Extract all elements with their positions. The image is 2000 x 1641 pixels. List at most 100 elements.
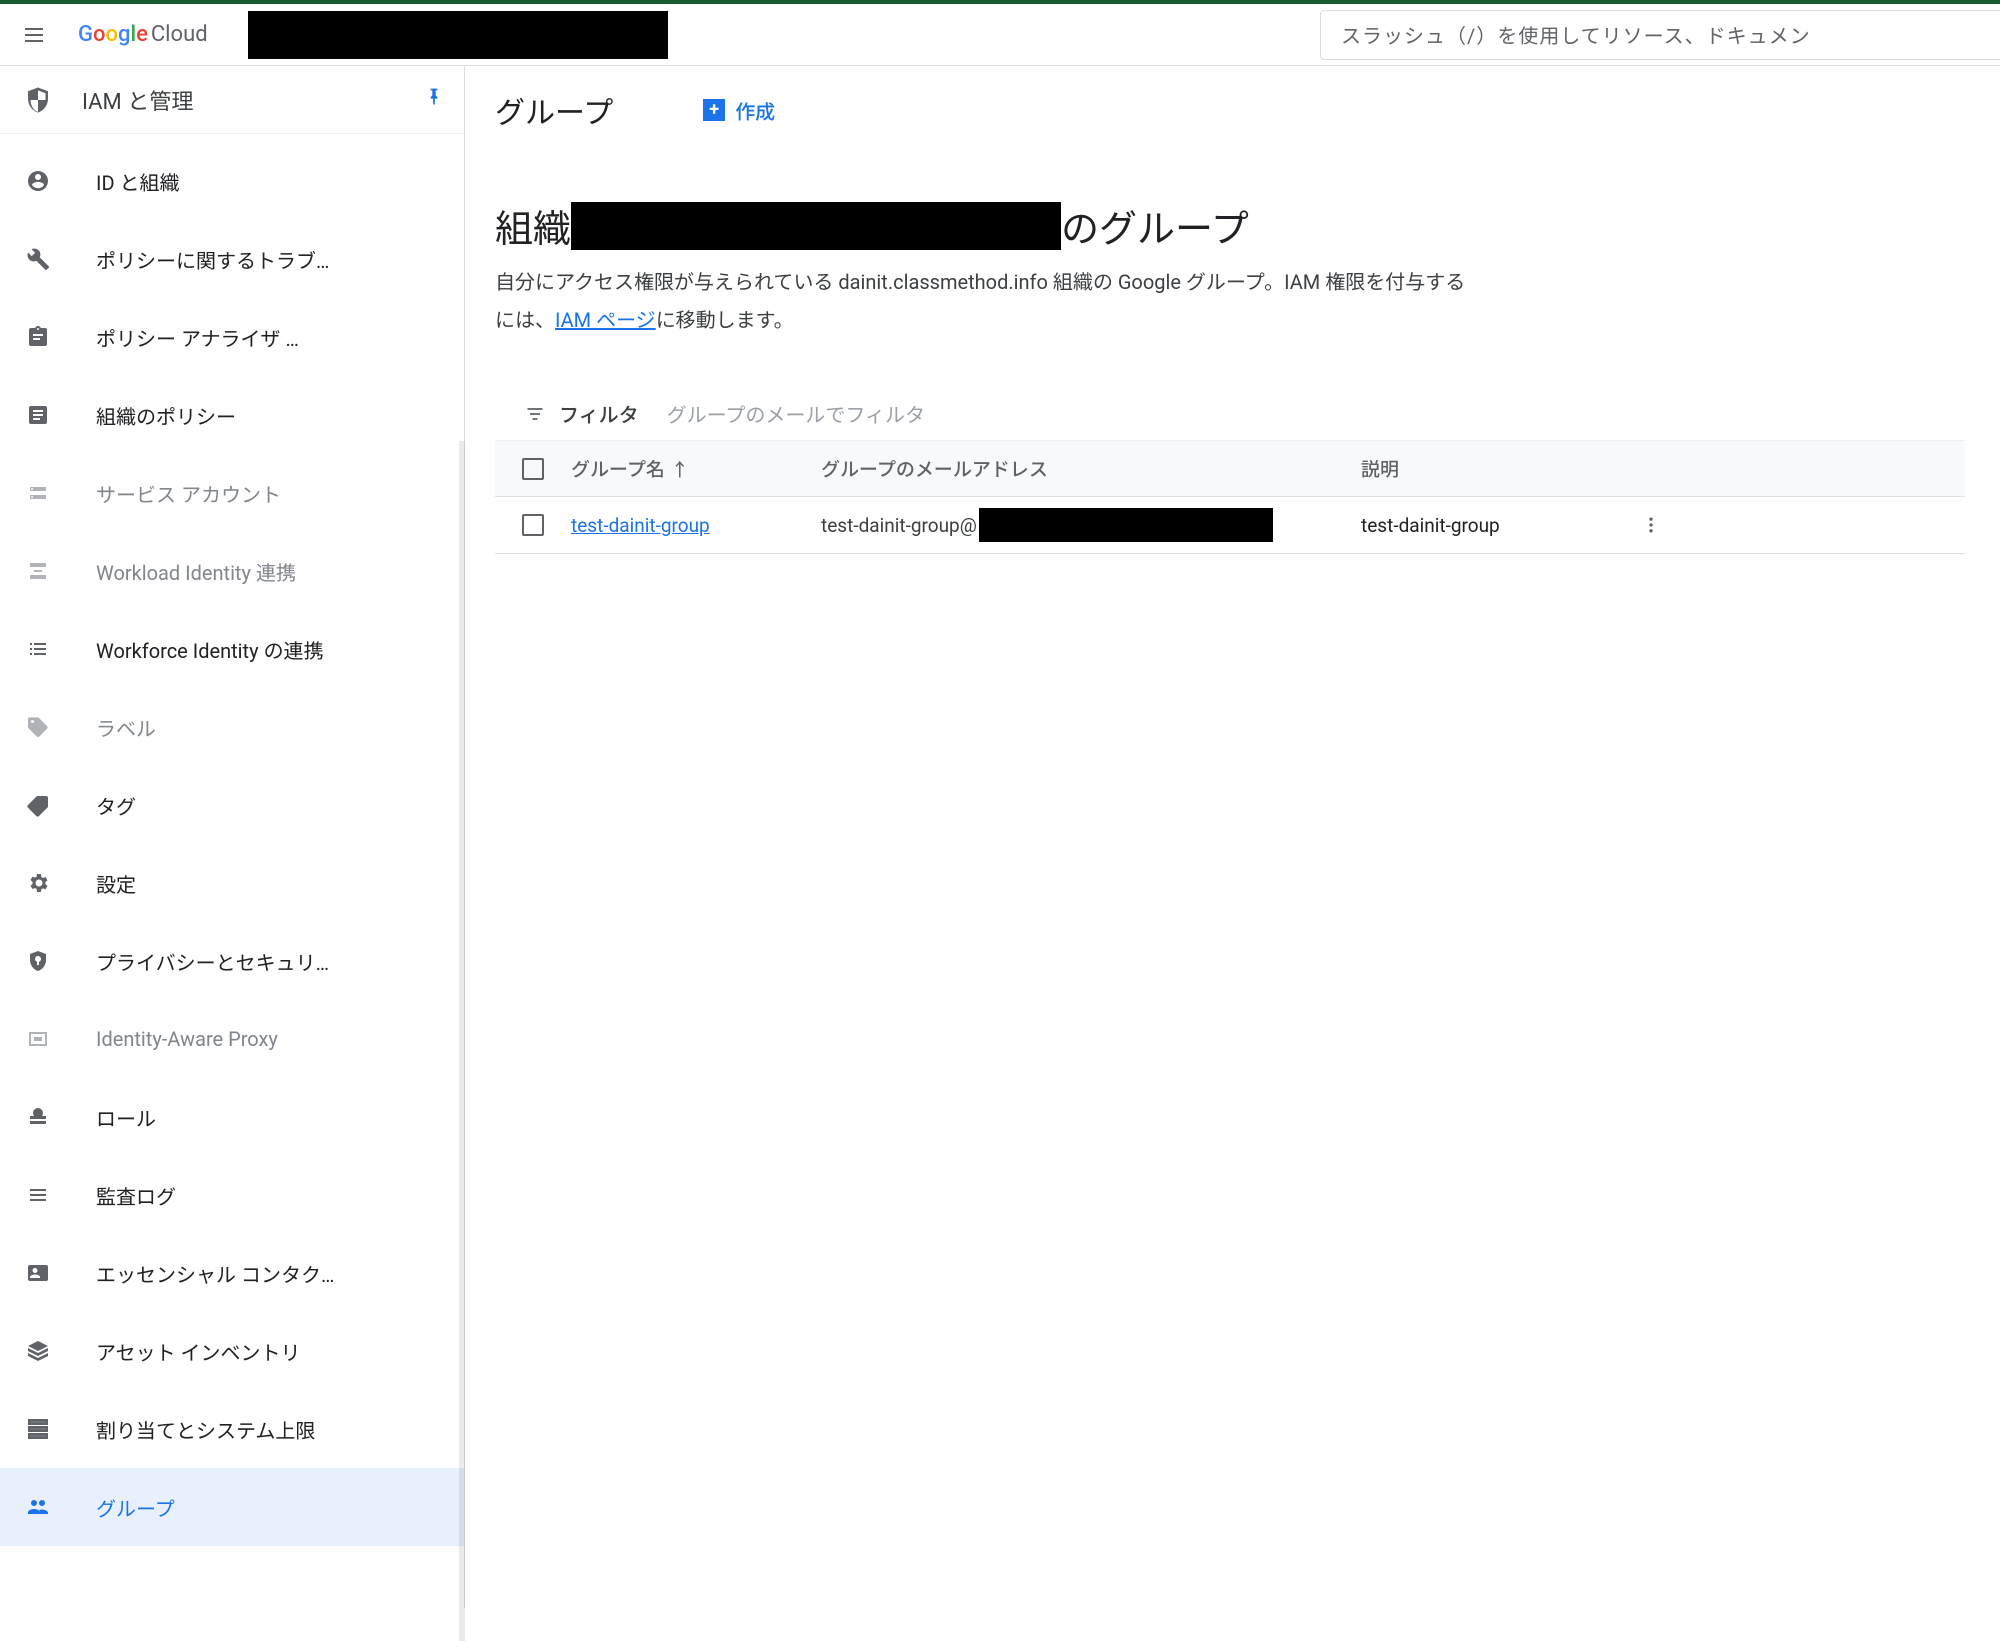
sidebar-item-privacy[interactable]: プライバシーとセキュリ… bbox=[0, 922, 464, 1000]
groups-table: グループ名↑ グループのメールアドレス 説明 test-dainit-group… bbox=[495, 441, 1965, 554]
sidebar-item-iap[interactable]: Identity-Aware Proxy bbox=[0, 1000, 464, 1078]
main-content: グループ + 作成 組織 のグループ 自分にアクセス権限が与えられている dai… bbox=[465, 66, 2000, 1608]
service-account-icon bbox=[14, 481, 62, 505]
group-desc-cell: test-dainit-group bbox=[1361, 514, 1621, 537]
org-name-redacted bbox=[571, 202, 1061, 250]
email-prefix: test-dainit-group@ bbox=[821, 514, 977, 537]
page-title: グループ bbox=[495, 88, 613, 132]
cloud-wordmark: Cloud bbox=[151, 22, 208, 47]
sidebar-item-org-policy[interactable]: 組織のポリシー bbox=[0, 376, 464, 454]
sidebar: IAM と管理 ID と組織 ポリシーに関するトラブ… ポリシー アナライザ … bbox=[0, 66, 465, 1608]
quota-icon bbox=[14, 1417, 62, 1441]
wrench-icon bbox=[14, 247, 62, 271]
plus-icon: + bbox=[703, 99, 725, 121]
create-label: 作成 bbox=[735, 96, 775, 125]
group-icon bbox=[14, 1495, 62, 1519]
assets-icon bbox=[14, 1339, 62, 1363]
section-description: 自分にアクセス権限が与えられている dainit.classmethod.inf… bbox=[495, 263, 1475, 339]
sidebar-item-workforce-identity[interactable]: Workforce Identity の連携 bbox=[0, 610, 464, 688]
sidebar-item-label: Workload Identity 連携 bbox=[96, 557, 296, 586]
sidebar-item-identity-org[interactable]: ID と組織 bbox=[0, 142, 464, 220]
column-header-name[interactable]: グループ名↑ bbox=[571, 455, 821, 482]
sidebar-item-workload-identity[interactable]: Workload Identity 連携 bbox=[0, 532, 464, 610]
sidebar-item-label: ラベル bbox=[96, 713, 156, 742]
list-icon bbox=[14, 637, 62, 661]
search-input[interactable]: スラッシュ（/）を使用してリソース、ドキュメン bbox=[1320, 10, 2000, 60]
google-wordmark: Google bbox=[78, 22, 148, 47]
sidebar-item-roles[interactable]: ロール bbox=[0, 1078, 464, 1156]
clipboard-icon bbox=[14, 325, 62, 349]
filter-placeholder: グループのメールでフィルタ bbox=[667, 399, 925, 428]
sidebar-item-policy-analyzer[interactable]: ポリシー アナライザ … bbox=[0, 298, 464, 376]
sidebar-item-label: Identity-Aware Proxy bbox=[96, 1027, 278, 1051]
sidebar-item-asset-inventory[interactable]: アセット インベントリ bbox=[0, 1312, 464, 1390]
google-cloud-logo[interactable]: Google Cloud bbox=[78, 22, 208, 47]
sidebar-item-labels[interactable]: ラベル bbox=[0, 688, 464, 766]
sidebar-nav: ID と組織 ポリシーに関するトラブ… ポリシー アナライザ … 組織のポリシー… bbox=[0, 134, 464, 1546]
contacts-icon bbox=[14, 1261, 62, 1285]
nav-menu-button[interactable] bbox=[10, 11, 58, 59]
column-header-email[interactable]: グループのメールアドレス bbox=[821, 455, 1361, 482]
privacy-icon bbox=[14, 949, 62, 973]
iap-icon bbox=[14, 1027, 62, 1051]
sidebar-item-label: サービス アカウント bbox=[96, 479, 281, 508]
filter-bar[interactable]: フィルタ グループのメールでフィルタ bbox=[495, 387, 1965, 441]
table-header-row: グループ名↑ グループのメールアドレス 説明 bbox=[495, 441, 1965, 497]
section-heading: 組織 のグループ bbox=[495, 198, 1965, 253]
gear-icon bbox=[14, 871, 62, 895]
sidebar-title-row: IAM と管理 bbox=[0, 66, 464, 134]
column-header-desc[interactable]: 説明 bbox=[1361, 455, 1621, 482]
sidebar-item-service-account[interactable]: サービス アカウント bbox=[0, 454, 464, 532]
topbar: Google Cloud スラッシュ（/）を使用してリソース、ドキュメン bbox=[0, 4, 2000, 66]
sidebar-item-label: グループ bbox=[96, 1493, 175, 1522]
role-icon bbox=[14, 1105, 62, 1129]
pin-icon[interactable] bbox=[424, 85, 444, 115]
sidebar-item-label: プライバシーとセキュリ… bbox=[96, 947, 329, 976]
sidebar-item-label: タグ bbox=[96, 791, 136, 820]
filter-label: フィルタ bbox=[559, 399, 639, 428]
tag-icon bbox=[14, 793, 62, 817]
audit-icon bbox=[14, 1183, 62, 1207]
sidebar-item-label: Workforce Identity の連携 bbox=[96, 635, 324, 664]
sidebar-item-groups[interactable]: グループ bbox=[0, 1468, 464, 1546]
row-checkbox[interactable] bbox=[495, 514, 571, 536]
sidebar-item-label: 割り当てとシステム上限 bbox=[96, 1415, 315, 1444]
sidebar-item-label: ID と組織 bbox=[96, 167, 180, 196]
iam-page-link[interactable]: IAM ページ bbox=[555, 308, 656, 332]
iam-shield-icon bbox=[14, 83, 62, 117]
doc-icon bbox=[14, 403, 62, 427]
sidebar-item-quotas[interactable]: 割り当てとシステム上限 bbox=[0, 1390, 464, 1468]
group-email-cell: test-dainit-group@ bbox=[821, 508, 1361, 542]
table-row: test-dainit-group test-dainit-group@ tes… bbox=[495, 497, 1965, 553]
create-group-button[interactable]: + 作成 bbox=[703, 96, 775, 125]
sidebar-scrollbar[interactable] bbox=[459, 441, 465, 1641]
sidebar-item-label: ロール bbox=[96, 1103, 156, 1132]
filter-icon bbox=[525, 404, 545, 424]
org-prefix: 組織 bbox=[495, 198, 571, 253]
org-suffix: のグループ bbox=[1061, 198, 1249, 253]
desc-part2: に移動します。 bbox=[656, 308, 794, 332]
sidebar-title: IAM と管理 bbox=[82, 84, 193, 116]
sidebar-item-label: アセット インベントリ bbox=[96, 1337, 301, 1366]
sidebar-item-label: 監査ログ bbox=[96, 1181, 176, 1210]
page-header-row: グループ + 作成 bbox=[465, 76, 2000, 154]
sidebar-item-label: ポリシーに関するトラブ… bbox=[96, 245, 329, 274]
sort-arrow-up-icon: ↑ bbox=[671, 460, 689, 481]
sidebar-item-label: ポリシー アナライザ … bbox=[96, 323, 299, 352]
group-name-link[interactable]: test-dainit-group bbox=[571, 514, 710, 537]
sidebar-item-label: 設定 bbox=[96, 869, 136, 898]
wif-icon bbox=[14, 559, 62, 583]
sidebar-item-policy-trouble[interactable]: ポリシーに関するトラブ… bbox=[0, 220, 464, 298]
email-domain-redacted bbox=[979, 508, 1273, 542]
sidebar-item-settings[interactable]: 設定 bbox=[0, 844, 464, 922]
search-placeholder: スラッシュ（/）を使用してリソース、ドキュメン bbox=[1341, 20, 1811, 49]
sidebar-item-label: 組織のポリシー bbox=[96, 401, 236, 430]
select-all-checkbox[interactable] bbox=[495, 458, 571, 480]
row-actions-button[interactable] bbox=[1621, 515, 1681, 535]
sidebar-item-essential-contacts[interactable]: エッセンシャル コンタク… bbox=[0, 1234, 464, 1312]
sidebar-item-tags[interactable]: タグ bbox=[0, 766, 464, 844]
label-icon bbox=[14, 715, 62, 739]
sidebar-item-label: エッセンシャル コンタク… bbox=[96, 1259, 334, 1288]
project-selector-redacted[interactable] bbox=[248, 11, 668, 59]
sidebar-item-audit-logs[interactable]: 監査ログ bbox=[0, 1156, 464, 1234]
